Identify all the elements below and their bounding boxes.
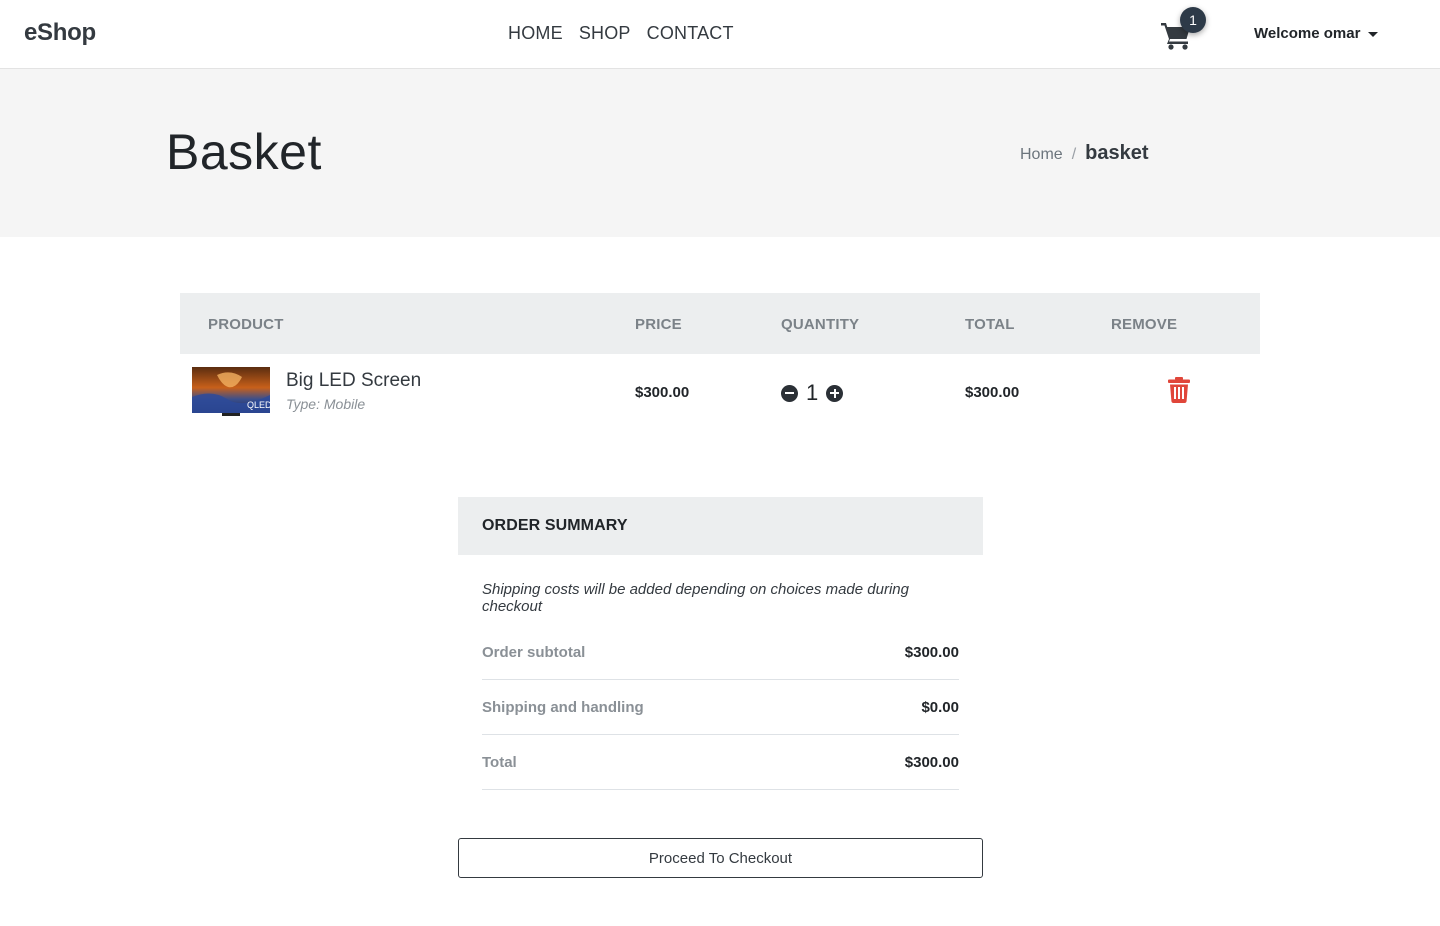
summary-label: Shipping and handling — [482, 698, 644, 716]
summary-row-subtotal: Order subtotal $300.00 — [482, 625, 959, 680]
summary-value: $300.00 — [904, 753, 959, 771]
breadcrumb-home-link[interactable]: Home — [1020, 146, 1063, 164]
breadcrumb: Home / basket — [1020, 142, 1149, 165]
basket-table: PRODUCT PRICE QUANTITY TOTAL REMOVE QLED… — [180, 293, 1260, 434]
summary-value: $300.00 — [904, 643, 959, 661]
minus-circle-icon[interactable] — [781, 384, 798, 402]
main-nav: HOME SHOP CONTACT — [508, 23, 734, 44]
shipping-note: Shipping costs will be added depending o… — [482, 581, 909, 615]
page-header: Basket Home / basket — [0, 69, 1440, 237]
user-menu-dropdown[interactable]: Welcome omar — [1254, 25, 1379, 42]
summary-row-total: Total $300.00 — [482, 735, 959, 790]
product-line-total: $300.00 — [965, 384, 1020, 401]
trash-icon[interactable] — [1168, 377, 1190, 403]
nav-link-contact[interactable]: CONTACT — [647, 23, 734, 44]
order-summary: ORDER SUMMARY Shipping costs will be add… — [458, 497, 983, 790]
proceed-to-checkout-button[interactable]: Proceed To Checkout — [458, 838, 983, 878]
column-header-price: PRICE — [635, 316, 682, 333]
column-header-quantity: QUANTITY — [781, 316, 860, 333]
table-row: QLED Big LED Screen Type: Mobile $300.00… — [180, 354, 1260, 434]
nav-link-shop[interactable]: SHOP — [579, 23, 631, 44]
product-name-link[interactable]: Big LED Screen — [286, 370, 421, 392]
column-header-remove: REMOVE — [1111, 316, 1178, 333]
summary-row-shipping: Shipping and handling $0.00 — [482, 680, 959, 735]
navbar: eShop HOME SHOP CONTACT 1 Welcome omar — [0, 0, 1440, 69]
quantity-stepper: 1 — [781, 380, 844, 406]
column-header-total: TOTAL — [965, 316, 1015, 333]
product-price: $300.00 — [635, 384, 690, 401]
breadcrumb-current: basket — [1085, 142, 1149, 164]
product-type: Type: Mobile — [286, 396, 366, 412]
order-summary-title: ORDER SUMMARY — [458, 497, 983, 555]
quantity-value: 1 — [806, 380, 819, 405]
brand-logo[interactable]: eShop — [24, 19, 96, 47]
page-title: Basket — [166, 124, 322, 180]
welcome-label: Welcome omar — [1254, 25, 1361, 42]
summary-list: Order subtotal $300.00 Shipping and hand… — [482, 625, 959, 790]
product-image[interactable]: QLED — [192, 367, 272, 417]
summary-label: Order subtotal — [482, 643, 586, 661]
product-image-label: QLED — [247, 400, 270, 410]
column-header-product: PRODUCT — [208, 316, 284, 333]
breadcrumb-separator: / — [1071, 146, 1077, 163]
plus-circle-icon[interactable] — [826, 384, 844, 402]
summary-label: Total — [482, 753, 517, 771]
table-header: PRODUCT PRICE QUANTITY TOTAL REMOVE — [180, 293, 1260, 354]
nav-link-home[interactable]: HOME — [508, 23, 563, 44]
cart-count-badge: 1 — [1180, 7, 1206, 33]
summary-value: $0.00 — [921, 698, 959, 716]
caret-down-icon — [1368, 31, 1379, 37]
